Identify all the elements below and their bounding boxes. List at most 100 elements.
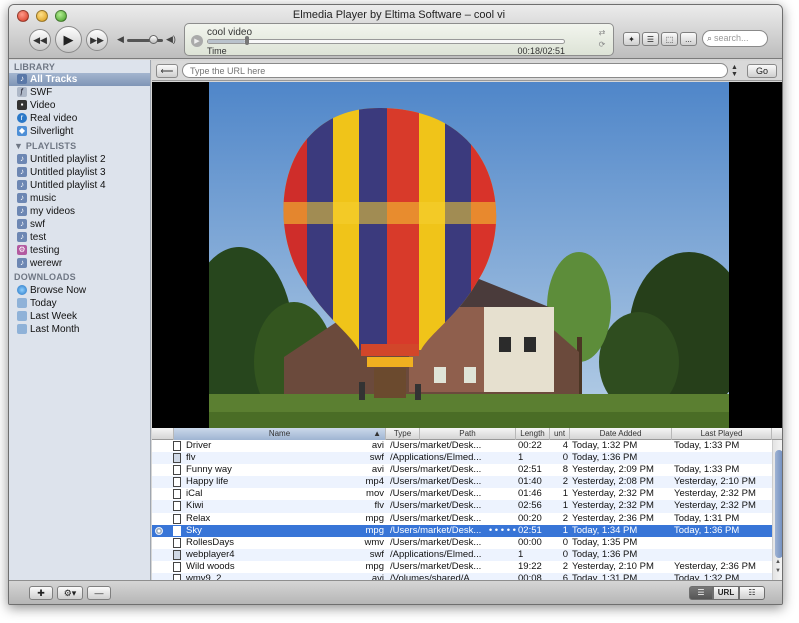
sort-ascending-icon: ▲ [373, 429, 381, 438]
time-label: Time [207, 46, 227, 56]
table-row[interactable]: Relax mpg/Users/market/Desk... 00:20 2 Yeste… [152, 512, 772, 525]
cell-path: /Users/market/Desk... [390, 536, 482, 548]
column-header-last-played[interactable]: Last Played [672, 428, 772, 440]
video-player-area[interactable] [152, 82, 782, 428]
sidebar-item-browse-now[interactable]: Browse Now [9, 284, 150, 297]
sidebar-item-playlist[interactable]: ♪ my videos [9, 205, 150, 218]
video-file-icon [173, 537, 181, 548]
column-header-count[interactable]: unt [550, 428, 570, 440]
minimize-window-button[interactable] [36, 10, 48, 22]
column-header-path[interactable]: Path [420, 428, 516, 440]
sidebar-item-playlist[interactable]: ♪ Untitled playlist 2 [9, 153, 150, 166]
playlist-view-button[interactable]: ☰ [642, 32, 659, 46]
rating-stars[interactable]: • • • • • [452, 525, 516, 537]
remove-button[interactable]: — [87, 586, 111, 600]
column-header-name[interactable]: Name ▲ [174, 428, 386, 440]
table-row[interactable]: Funny way avi/Users/market/Desk... 02:51 8 Y… [152, 464, 772, 477]
scroll-up-icon[interactable]: ▲ [775, 559, 781, 565]
sidebar-item-real-video[interactable]: r Real video [9, 112, 150, 125]
table-row[interactable]: RollesDays wmv/Users/market/Desk... 00:00 0… [152, 536, 772, 549]
volume-slider-knob[interactable] [149, 35, 158, 44]
url-history-stepper[interactable]: ▲ ▼ [731, 64, 738, 78]
pin-button[interactable]: ✦ [623, 32, 640, 46]
sidebar-item-silverlight[interactable]: ◆ Silverlight [9, 125, 150, 138]
search-field[interactable]: ⌕ search... [702, 30, 768, 47]
cell-played: Today, 1:36 PM [674, 524, 740, 536]
column-header-status[interactable] [152, 428, 174, 440]
vertical-scrollbar[interactable]: ▲ ▼ [772, 440, 782, 580]
sidebar-item-all-tracks[interactable]: ♪ All Tracks [9, 73, 150, 86]
sidebar-item-label: Video [30, 100, 56, 111]
more-button[interactable]: ... [680, 32, 697, 46]
cell-added: Yesterday, 2:10 PM [572, 560, 654, 572]
table-row[interactable]: Sky mpg/Users/market/Desk... 02:51 1 Today, … [152, 524, 772, 537]
table-row[interactable]: Wild woods mpg/Users/market/Desk... 19:22 2… [152, 560, 772, 574]
sidebar-item-playlist[interactable]: ♪ werewr [9, 257, 150, 270]
scroll-down-icon[interactable]: ▼ [775, 568, 781, 574]
cell-path: /Applications/Elmed... [390, 452, 482, 464]
play-button[interactable]: ▶ [55, 26, 82, 53]
scrollbar-thumb[interactable] [775, 450, 782, 558]
sidebar-item-video[interactable]: ▪ Video [9, 99, 150, 112]
sidebar-item-playlist[interactable]: ♪ test [9, 231, 150, 244]
sidebar-item-label: Untitled playlist 2 [30, 154, 106, 165]
table-row[interactable]: webplayer4 swf/Applications/Elmed... 1 0 Tod… [152, 548, 772, 561]
list-view-button[interactable]: ☰ [689, 586, 713, 600]
actions-menu-button[interactable]: ⚙▾ [57, 586, 83, 600]
seek-bar-knob[interactable] [244, 36, 249, 45]
back-button[interactable]: ⟵ [156, 64, 178, 78]
fullscreen-button[interactable]: ⬚ [661, 32, 678, 46]
close-window-button[interactable] [17, 10, 29, 22]
app-window: Elmedia Player by Eltima Software – cool… [8, 4, 783, 605]
rewind-button[interactable]: ◀◀ [29, 29, 51, 51]
video-file-icon [173, 513, 181, 524]
url-input[interactable] [182, 63, 728, 78]
flash-icon: ƒ [17, 87, 27, 97]
cell-length: 02:51 [518, 524, 542, 536]
cell-count: 4 [562, 440, 568, 451]
detail-view-button[interactable]: ☷ [739, 586, 765, 600]
table-row[interactable]: Driver avi/Users/market/Desk... 00:22 4 Toda… [152, 440, 772, 453]
display-toggle-icon[interactable]: ▶ [191, 35, 203, 47]
fast-forward-icon: ▶▶ [90, 34, 104, 45]
playlists-header[interactable]: ▼ PLAYLISTS [14, 141, 76, 151]
cell-played: Yesterday, 2:36 PM [674, 560, 756, 572]
sidebar-item-swf[interactable]: ƒ SWF [9, 86, 150, 99]
pin-icon: ✦ [628, 34, 635, 44]
sidebar-item-last-month[interactable]: Last Month [9, 323, 150, 336]
zoom-window-button[interactable] [55, 10, 67, 22]
table-row[interactable]: Kiwi flv/Users/market/Desk... 02:56 1 Yester… [152, 500, 772, 513]
cell-length: 01:40 [518, 476, 542, 488]
disclosure-triangle-icon[interactable]: ▼ [14, 141, 26, 151]
repeat-shuffle-icons[interactable]: ⇄ ⟳ [595, 27, 609, 53]
sidebar-item-playlist[interactable]: ⚙ testing [9, 244, 150, 257]
column-header-length[interactable]: Length [516, 428, 550, 440]
sidebar-item-last-week[interactable]: Last Week [9, 310, 150, 323]
sidebar-item-playlist[interactable]: ♪ Untitled playlist 3 [9, 166, 150, 179]
seek-bar-fill [208, 40, 246, 43]
table-row[interactable]: Happy life mp4/Users/market/Desk... 01:40 2… [152, 476, 772, 489]
column-header-type[interactable]: Type [386, 428, 420, 440]
go-button[interactable]: Go [747, 64, 777, 78]
column-header-date-added[interactable]: Date Added [570, 428, 672, 440]
video-file-icon [173, 489, 181, 500]
add-button[interactable]: ✚ [29, 586, 53, 600]
fast-forward-button[interactable]: ▶▶ [86, 29, 108, 51]
url-view-button[interactable]: URL [713, 586, 739, 600]
cell-name: Sky [186, 524, 202, 536]
globe-icon [17, 285, 27, 295]
volume-low-icon: ◀ [117, 34, 124, 44]
sidebar-item-playlist[interactable]: ♪ swf [9, 218, 150, 231]
seek-bar[interactable] [207, 39, 565, 44]
folder-icon [17, 324, 27, 334]
silverlight-icon: ◆ [17, 126, 27, 136]
video-file-icon [173, 525, 181, 536]
playlist-icon: ♪ [17, 167, 27, 177]
sidebar-item-label: Silverlight [30, 126, 74, 137]
sidebar-item-today[interactable]: Today [9, 297, 150, 310]
table-row[interactable]: flv swf/Applications/Elmed... 1 0 Today, 1:3… [152, 452, 772, 465]
sidebar-item-playlist[interactable]: ♪ music [9, 192, 150, 205]
toolbar: Elmedia Player by Eltima Software – cool… [9, 5, 782, 59]
table-row[interactable]: iCal mov/Users/market/Desk... 01:46 1 Yester… [152, 488, 772, 501]
sidebar-item-playlist[interactable]: ♪ Untitled playlist 4 [9, 179, 150, 192]
